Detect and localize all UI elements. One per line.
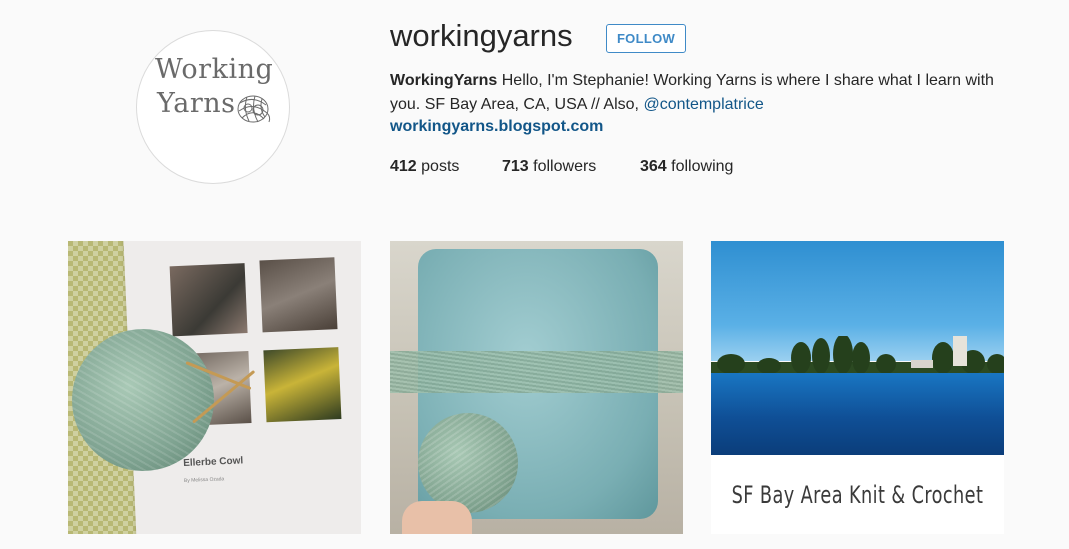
- yarn-ball-icon: [237, 95, 271, 123]
- stat-followers[interactable]: 713 followers: [502, 156, 596, 178]
- followers-label: followers: [533, 158, 597, 175]
- treeline-image: [711, 336, 1004, 376]
- hand-image: [402, 501, 472, 534]
- follow-button[interactable]: FOLLOW: [606, 24, 686, 53]
- profile-avatar: Working Yarns: [136, 30, 290, 184]
- avatar-logo-line1: Working: [155, 54, 274, 85]
- lake-water-image: [711, 373, 1004, 455]
- stat-posts: 412 posts: [390, 156, 459, 178]
- pattern-byline: By Melissa Ozada: [183, 476, 225, 484]
- pattern-photo: [169, 263, 248, 337]
- post-caption-area: SF Bay Area Knit & Crochet: [711, 455, 1004, 534]
- post-caption: SF Bay Area Knit & Crochet: [731, 480, 984, 509]
- yarn-ball-image: [418, 413, 518, 513]
- followers-count: 713: [502, 158, 529, 175]
- posts-count: 412: [390, 158, 417, 175]
- post-thumbnail-1[interactable]: Ellerbe Cowl By Melissa Ozada: [68, 241, 361, 534]
- yarn-wrap-image: [390, 351, 683, 393]
- following-label: following: [671, 158, 734, 175]
- post-thumbnail-2[interactable]: [390, 241, 683, 534]
- pattern-photo: [259, 257, 338, 333]
- profile-website-link[interactable]: workingyarns.blogspot.com: [390, 118, 603, 136]
- pattern-photo: [263, 347, 342, 423]
- bio-mention-link[interactable]: @contemplatrice: [643, 96, 763, 113]
- post-thumbnail-3[interactable]: SF Bay Area Knit & Crochet: [711, 241, 1004, 534]
- profile-full-name: WorkingYarns: [390, 72, 498, 89]
- pattern-title: Ellerbe Cowl: [182, 455, 244, 469]
- profile-username: workingyarns: [390, 18, 573, 53]
- stat-following[interactable]: 364 following: [640, 156, 733, 178]
- yarn-ball-image: [72, 329, 214, 471]
- profile-bio: WorkingYarns Hello, I'm Stephanie! Worki…: [390, 69, 1010, 117]
- following-count: 364: [640, 158, 667, 175]
- posts-label: posts: [421, 158, 460, 175]
